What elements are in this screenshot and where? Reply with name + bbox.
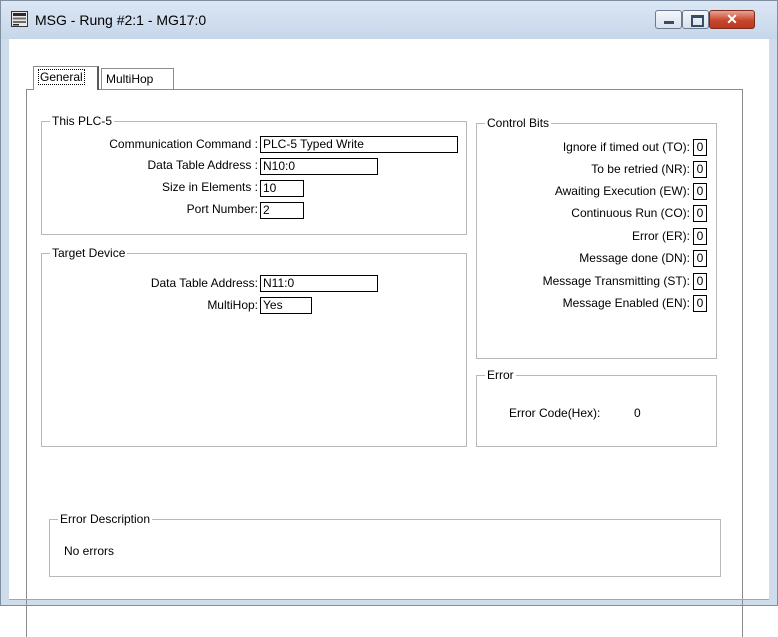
error-code-value: 0 (634, 406, 641, 420)
close-button[interactable]: ✕ (709, 10, 755, 29)
tab-general[interactable]: General (33, 66, 99, 90)
control-bit-co[interactable]: 0 (693, 205, 707, 222)
port-number-label: Port Number: (186, 202, 258, 216)
control-bit-label-co: Continuous Run (CO): (571, 206, 690, 220)
error-description-text: No errors (64, 544, 115, 558)
control-bit-label-to: Ignore if timed out (TO): (562, 140, 690, 154)
multihop-label: MultiHop: (207, 298, 258, 312)
this-plc-group-label: This PLC-5 (50, 114, 115, 128)
control-bit-label-en: Message Enabled (EN): (562, 296, 690, 310)
window-app-icon (11, 11, 28, 27)
maximize-icon (691, 15, 704, 27)
multihop-field[interactable]: Yes (260, 297, 312, 314)
control-bit-nr[interactable]: 0 (693, 161, 707, 178)
tab-panel-border-right (742, 89, 743, 637)
control-bit-en[interactable]: 0 (693, 295, 707, 312)
control-bits-group-label: Control Bits (485, 116, 552, 130)
dialog-client-area: General MultiHop This PLC-5 Communicatio… (9, 39, 769, 637)
minimize-icon (664, 21, 674, 24)
error-group-label: Error (485, 368, 516, 382)
dialog-bottom-edge (9, 599, 769, 600)
error-description-group: Error Description No errors (49, 512, 721, 577)
comm-command-label: Communication Command : (109, 137, 258, 151)
control-bit-label-ew: Awaiting Execution (EW): (554, 184, 690, 198)
window-title: MSG - Rung #2:1 - MG17:0 (35, 12, 207, 28)
control-bit-to[interactable]: 0 (693, 139, 707, 156)
title-bar[interactable]: MSG - Rung #2:1 - MG17:0 ✕ (1, 1, 777, 39)
control-bits-group: Control Bits Ignore if timed out (TO): 0… (476, 116, 717, 359)
control-bit-ew[interactable]: 0 (693, 183, 707, 200)
error-group: Error Error Code(Hex): 0 (476, 368, 717, 447)
control-bit-label-nr: To be retried (NR): (591, 162, 690, 176)
close-icon: ✕ (726, 11, 738, 27)
port-number-field[interactable]: 2 (260, 202, 304, 219)
target-data-table-address-label: Data Table Address: (150, 276, 258, 290)
control-bit-er[interactable]: 0 (693, 228, 707, 245)
data-table-address-field[interactable]: N10:0 (260, 158, 378, 175)
target-device-group-label: Target Device (50, 246, 128, 260)
error-description-group-label: Error Description (58, 512, 153, 526)
tab-panel-border (26, 89, 742, 90)
control-bit-label-er: Error (ER): (632, 229, 690, 243)
minimize-button[interactable] (655, 10, 682, 29)
tab-panel-border-left (26, 89, 27, 637)
tab-multihop-label: MultiHop (106, 72, 154, 86)
control-bit-label-st: Message Transmitting (ST): (542, 274, 690, 288)
msg-dialog-window: MSG - Rung #2:1 - MG17:0 ✕ General Multi… (0, 0, 778, 637)
control-bit-st[interactable]: 0 (693, 273, 707, 290)
size-in-elements-field[interactable]: 10 (260, 180, 304, 197)
control-bit-dn[interactable]: 0 (693, 250, 707, 267)
error-code-label: Error Code(Hex): (509, 406, 601, 420)
size-in-elements-label: Size in Elements : (161, 180, 258, 194)
data-table-address-label: Data Table Address : (147, 158, 258, 172)
tab-multihop[interactable]: MultiHop (101, 68, 174, 90)
target-device-group: Target Device Data Table Address: N11:0 … (41, 246, 467, 447)
this-plc-group: This PLC-5 Communication Command : PLC-5… (41, 114, 467, 235)
tab-general-label: General (38, 69, 85, 85)
control-bit-label-dn: Message done (DN): (579, 251, 690, 265)
comm-command-field[interactable]: PLC-5 Typed Write (260, 136, 458, 153)
maximize-button[interactable] (682, 10, 709, 29)
target-data-table-address-field[interactable]: N11:0 (260, 275, 378, 292)
